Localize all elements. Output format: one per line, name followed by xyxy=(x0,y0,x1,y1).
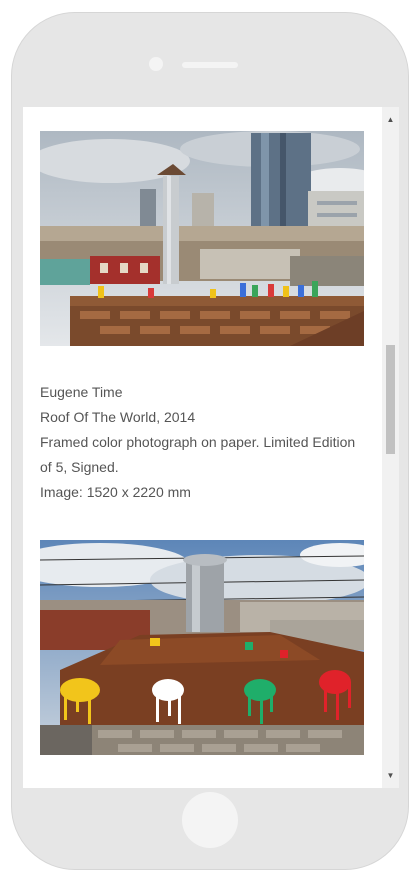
phone-frame: Eugene Time Roof Of The World, 2014 Fram… xyxy=(11,12,409,870)
artwork-description-line1: Framed color photograph on paper. Limite… xyxy=(40,434,356,450)
home-button[interactable] xyxy=(182,792,238,848)
painted-chimney-image xyxy=(40,540,364,755)
vertical-scrollbar[interactable]: ▲ ▼ xyxy=(382,107,399,788)
device-screen: Eugene Time Roof Of The World, 2014 Fram… xyxy=(23,107,399,788)
artwork-photo-rooftop-city[interactable] xyxy=(40,131,364,346)
artwork-dimensions: Image: 1520 x 2220 mm xyxy=(40,484,191,500)
speaker-grille xyxy=(182,62,238,68)
artwork-title: Roof Of The World, 2014 xyxy=(40,409,196,425)
scroll-up-arrow-icon[interactable]: ▲ xyxy=(382,111,399,128)
artwork-photo-painted-chimney[interactable] xyxy=(40,540,364,755)
scrollbar-thumb[interactable] xyxy=(386,345,395,454)
rooftop-city-image xyxy=(40,131,364,346)
artwork-caption: Eugene Time Roof Of The World, 2014 Fram… xyxy=(40,380,370,505)
artwork-description-line2: of 5, Signed. xyxy=(40,459,119,475)
scroll-down-arrow-icon[interactable]: ▼ xyxy=(382,767,399,784)
front-camera xyxy=(149,57,163,71)
artist-name: Eugene Time xyxy=(40,384,123,400)
